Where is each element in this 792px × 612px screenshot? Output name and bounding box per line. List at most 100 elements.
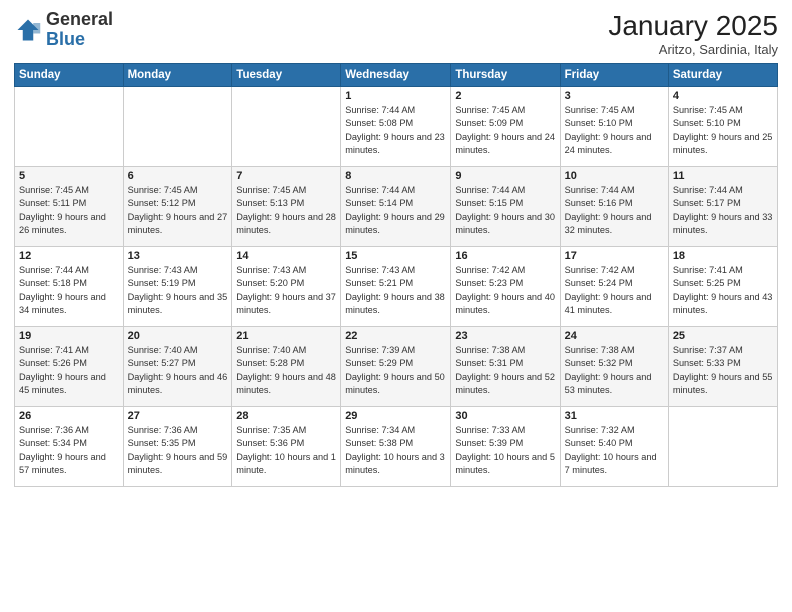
day-info: Sunrise: 7:43 AMSunset: 5:19 PMDaylight:… — [128, 264, 228, 317]
week-row-4: 26Sunrise: 7:36 AMSunset: 5:34 PMDayligh… — [15, 407, 778, 487]
weekday-header-row: SundayMondayTuesdayWednesdayThursdayFrid… — [15, 64, 778, 87]
day-info: Sunrise: 7:38 AMSunset: 5:32 PMDaylight:… — [565, 344, 664, 397]
calendar-cell: 6 Sunrise: 7:45 AMSunset: 5:12 PMDaylight… — [123, 167, 232, 247]
day-info: Sunrise: 7:44 AMSunset: 5:14 PMDaylight:… — [345, 184, 446, 237]
day-info: Sunrise: 7:40 AMSunset: 5:27 PMDaylight:… — [128, 344, 228, 397]
calendar-cell: 25Sunrise: 7:37 AMSunset: 5:33 PMDayligh… — [668, 327, 777, 407]
calendar-cell: 22Sunrise: 7:39 AMSunset: 5:29 PMDayligh… — [341, 327, 451, 407]
day-info: Sunrise: 7:37 AMSunset: 5:33 PMDaylight:… — [673, 344, 773, 397]
calendar-cell: 20 Sunrise: 7:40 AMSunset: 5:27 PMDayligh… — [123, 327, 232, 407]
calendar-cell: 5 Sunrise: 7:45 AMSunset: 5:11 PMDaylight… — [15, 167, 124, 247]
day-number: 13 — [128, 250, 228, 262]
day-number: 19 — [19, 330, 119, 342]
calendar-cell: 24Sunrise: 7:38 AMSunset: 5:32 PMDayligh… — [560, 327, 668, 407]
calendar-cell: 12 Sunrise: 7:44 AMSunset: 5:18 PMDayligh… — [15, 247, 124, 327]
day-info: Sunrise: 7:43 AMSunset: 5:21 PMDaylight:… — [345, 264, 446, 317]
weekday-header-saturday: Saturday — [668, 64, 777, 87]
week-row-0: 1 Sunrise: 7:44 AMSunset: 5:08 PMDaylight… — [15, 87, 778, 167]
day-number: 28 — [236, 410, 336, 422]
day-info: Sunrise: 7:44 AMSunset: 5:15 PMDaylight:… — [455, 184, 555, 237]
day-number: 17 — [565, 250, 664, 262]
day-number: 9 — [455, 170, 555, 182]
calendar-cell: 9 Sunrise: 7:44 AMSunset: 5:15 PMDaylight… — [451, 167, 560, 247]
calendar-cell: 27 Sunrise: 7:36 AMSunset: 5:35 PMDayligh… — [123, 407, 232, 487]
day-info: Sunrise: 7:44 AMSunset: 5:17 PMDaylight:… — [673, 184, 773, 237]
day-number: 14 — [236, 250, 336, 262]
calendar-cell: 7Sunrise: 7:45 AMSunset: 5:13 PMDaylight… — [232, 167, 341, 247]
day-info: Sunrise: 7:34 AMSunset: 5:38 PMDaylight:… — [345, 424, 446, 477]
day-info: Sunrise: 7:45 AMSunset: 5:12 PMDaylight:… — [128, 184, 228, 237]
week-row-3: 19Sunrise: 7:41 AMSunset: 5:26 PMDayligh… — [15, 327, 778, 407]
logo-text: General Blue — [46, 10, 113, 50]
calendar-cell: 28Sunrise: 7:35 AMSunset: 5:36 PMDayligh… — [232, 407, 341, 487]
day-number: 29 — [345, 410, 446, 422]
day-info: Sunrise: 7:40 AMSunset: 5:28 PMDaylight:… — [236, 344, 336, 397]
day-number: 4 — [673, 90, 773, 102]
day-info: Sunrise: 7:45 AMSunset: 5:11 PMDaylight:… — [19, 184, 119, 237]
day-info: Sunrise: 7:44 AMSunset: 5:08 PMDaylight:… — [345, 104, 446, 157]
calendar-cell: 15 Sunrise: 7:43 AMSunset: 5:21 PMDayligh… — [341, 247, 451, 327]
day-info: Sunrise: 7:44 AMSunset: 5:18 PMDaylight:… — [19, 264, 119, 317]
logo: General Blue — [14, 10, 113, 50]
calendar-cell: 13 Sunrise: 7:43 AMSunset: 5:19 PMDayligh… — [123, 247, 232, 327]
logo-icon — [14, 16, 42, 44]
calendar-cell: 1 Sunrise: 7:44 AMSunset: 5:08 PMDaylight… — [341, 87, 451, 167]
calendar-cell: 16Sunrise: 7:42 AMSunset: 5:23 PMDayligh… — [451, 247, 560, 327]
weekday-header-sunday: Sunday — [15, 64, 124, 87]
day-number: 12 — [19, 250, 119, 262]
day-info: Sunrise: 7:36 AMSunset: 5:35 PMDaylight:… — [128, 424, 228, 477]
day-info: Sunrise: 7:45 AMSunset: 5:10 PMDaylight:… — [673, 104, 773, 157]
day-number: 16 — [455, 250, 555, 262]
title-block: January 2025 Aritzo, Sardinia, Italy — [608, 10, 778, 57]
logo-general: General — [46, 9, 113, 29]
day-number: 5 — [19, 170, 119, 182]
calendar-cell: 26Sunrise: 7:36 AMSunset: 5:34 PMDayligh… — [15, 407, 124, 487]
calendar-cell: 17 Sunrise: 7:42 AMSunset: 5:24 PMDayligh… — [560, 247, 668, 327]
calendar-cell: 19Sunrise: 7:41 AMSunset: 5:26 PMDayligh… — [15, 327, 124, 407]
weekday-header-thursday: Thursday — [451, 64, 560, 87]
calendar-cell: 31Sunrise: 7:32 AMSunset: 5:40 PMDayligh… — [560, 407, 668, 487]
calendar-cell: 8 Sunrise: 7:44 AMSunset: 5:14 PMDaylight… — [341, 167, 451, 247]
calendar-table: SundayMondayTuesdayWednesdayThursdayFrid… — [14, 63, 778, 487]
calendar-cell: 30 Sunrise: 7:33 AMSunset: 5:39 PMDayligh… — [451, 407, 560, 487]
calendar-cell: 10Sunrise: 7:44 AMSunset: 5:16 PMDayligh… — [560, 167, 668, 247]
day-info: Sunrise: 7:45 AMSunset: 5:09 PMDaylight:… — [455, 104, 555, 157]
day-info: Sunrise: 7:43 AMSunset: 5:20 PMDaylight:… — [236, 264, 336, 317]
day-number: 23 — [455, 330, 555, 342]
calendar-cell — [232, 87, 341, 167]
day-number: 8 — [345, 170, 446, 182]
calendar-cell: 4 Sunrise: 7:45 AMSunset: 5:10 PMDaylight… — [668, 87, 777, 167]
calendar-cell: 18Sunrise: 7:41 AMSunset: 5:25 PMDayligh… — [668, 247, 777, 327]
week-row-1: 5 Sunrise: 7:45 AMSunset: 5:11 PMDaylight… — [15, 167, 778, 247]
day-info: Sunrise: 7:45 AMSunset: 5:10 PMDaylight:… — [565, 104, 664, 157]
calendar-cell: 2 Sunrise: 7:45 AMSunset: 5:09 PMDaylight… — [451, 87, 560, 167]
weekday-header-tuesday: Tuesday — [232, 64, 341, 87]
calendar-cell: 23 Sunrise: 7:38 AMSunset: 5:31 PMDayligh… — [451, 327, 560, 407]
day-info: Sunrise: 7:45 AMSunset: 5:13 PMDaylight:… — [236, 184, 336, 237]
week-row-2: 12 Sunrise: 7:44 AMSunset: 5:18 PMDayligh… — [15, 247, 778, 327]
day-info: Sunrise: 7:44 AMSunset: 5:16 PMDaylight:… — [565, 184, 664, 237]
calendar-cell: 3Sunrise: 7:45 AMSunset: 5:10 PMDaylight… — [560, 87, 668, 167]
calendar-cell: 14 Sunrise: 7:43 AMSunset: 5:20 PMDayligh… — [232, 247, 341, 327]
day-number: 2 — [455, 90, 555, 102]
day-number: 6 — [128, 170, 228, 182]
day-number: 26 — [19, 410, 119, 422]
day-number: 20 — [128, 330, 228, 342]
day-info: Sunrise: 7:38 AMSunset: 5:31 PMDaylight:… — [455, 344, 555, 397]
day-info: Sunrise: 7:33 AMSunset: 5:39 PMDaylight:… — [455, 424, 555, 477]
location: Aritzo, Sardinia, Italy — [608, 42, 778, 57]
calendar-cell: 29 Sunrise: 7:34 AMSunset: 5:38 PMDayligh… — [341, 407, 451, 487]
day-info: Sunrise: 7:42 AMSunset: 5:24 PMDaylight:… — [565, 264, 664, 317]
day-number: 18 — [673, 250, 773, 262]
calendar-cell: 21 Sunrise: 7:40 AMSunset: 5:28 PMDayligh… — [232, 327, 341, 407]
calendar-cell — [15, 87, 124, 167]
day-number: 21 — [236, 330, 336, 342]
day-number: 1 — [345, 90, 446, 102]
weekday-header-friday: Friday — [560, 64, 668, 87]
calendar-cell: 11 Sunrise: 7:44 AMSunset: 5:17 PMDayligh… — [668, 167, 777, 247]
day-number: 27 — [128, 410, 228, 422]
day-number: 15 — [345, 250, 446, 262]
day-number: 31 — [565, 410, 664, 422]
day-number: 30 — [455, 410, 555, 422]
day-number: 11 — [673, 170, 773, 182]
